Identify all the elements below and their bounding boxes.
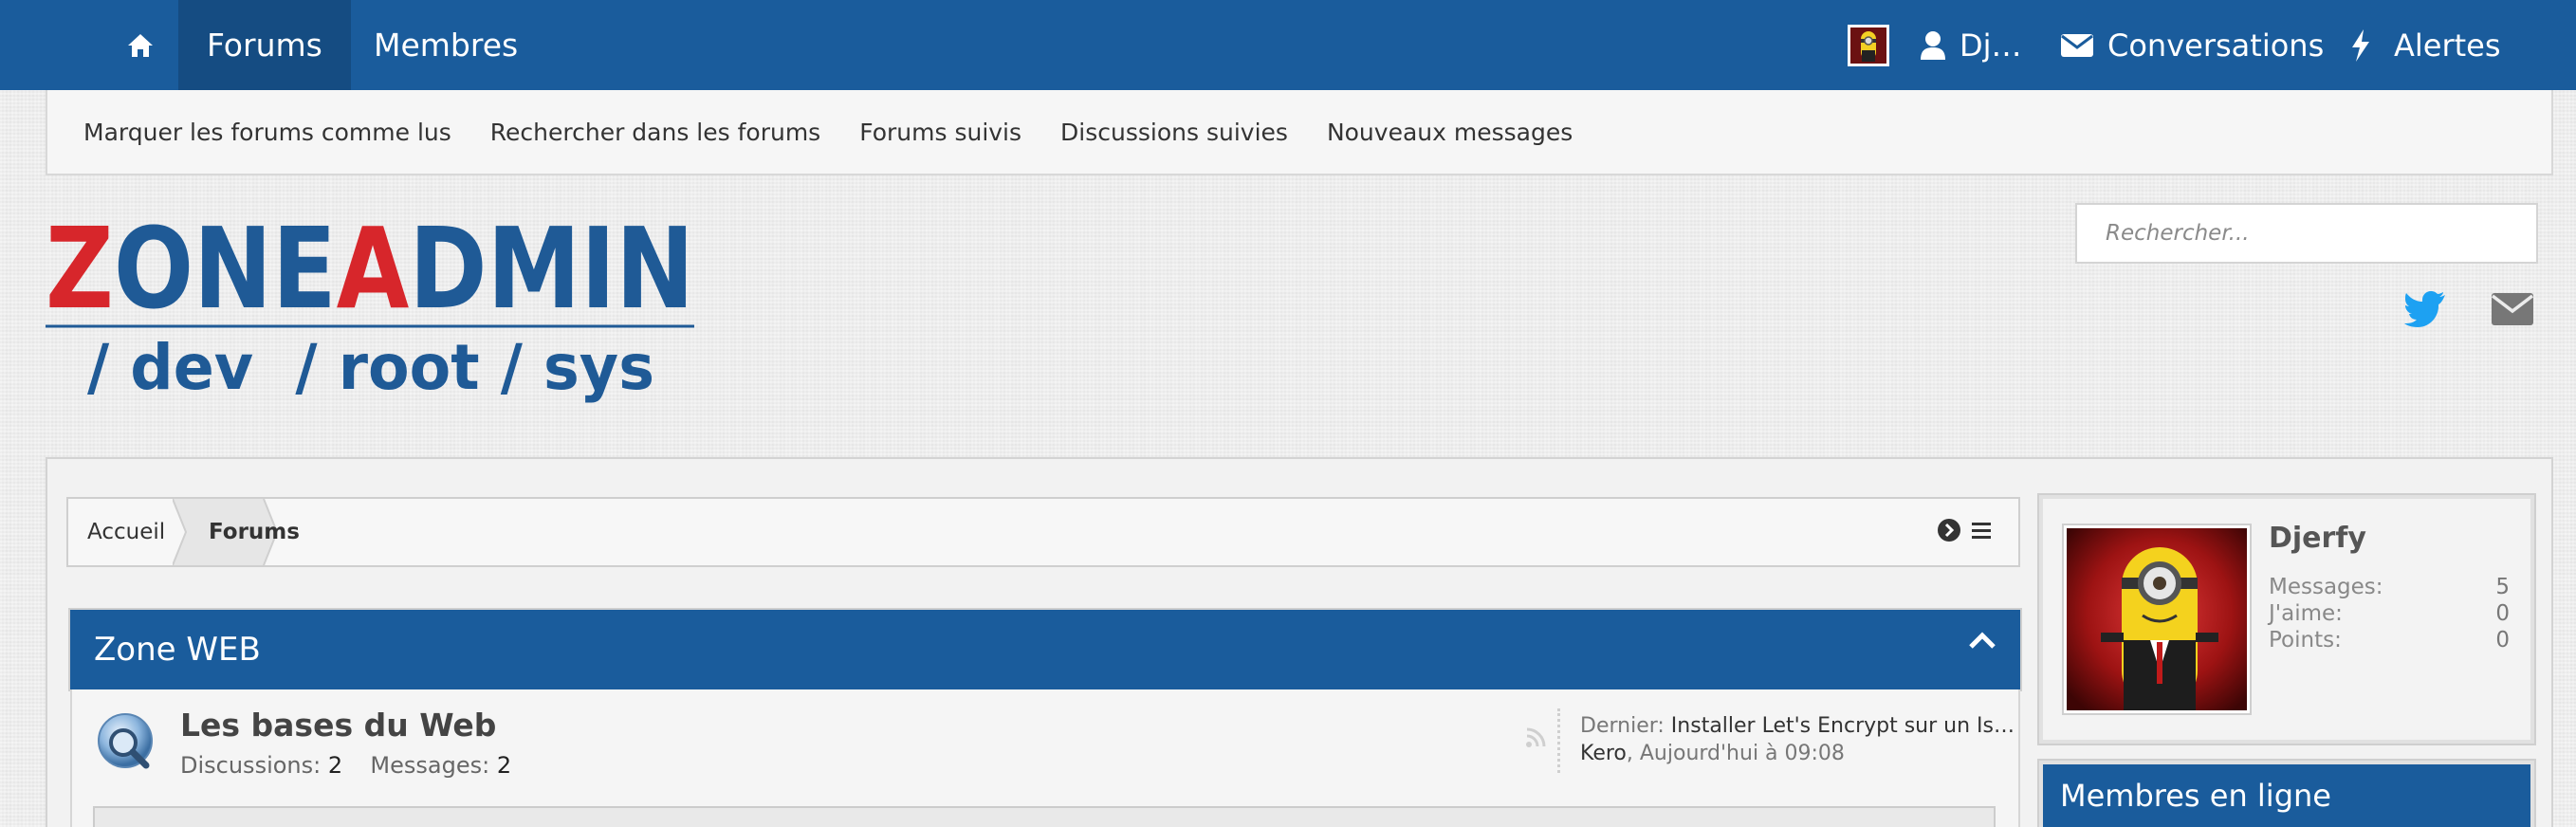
online-members-header: Membres en ligne [2037, 759, 2536, 827]
twitter-link[interactable] [2403, 290, 2451, 338]
stat-points-value: 0 [2495, 628, 2510, 652]
mini-avatar [1848, 24, 1889, 66]
forum-subnav: Marquer les forums comme lus Rechercher … [46, 90, 2553, 175]
user-icon [1921, 30, 1945, 60]
watched-forums-link[interactable]: Forums suivis [859, 119, 1021, 146]
chevron-circle-right-icon [1938, 519, 1960, 542]
breadcrumb-home[interactable]: Accueil [87, 499, 165, 565]
top-navbar: Forums Membres Dj… Conversations Alertes [0, 0, 2576, 90]
twitter-icon [2404, 291, 2445, 327]
stat-messages: Messages: 5 [2269, 575, 2510, 599]
breadcrumb-current-label: Forums [209, 520, 300, 544]
svg-text:/ dev / root / sys: / dev / root / sys [87, 331, 654, 404]
messages-count: 2 [496, 752, 512, 779]
tab-forums[interactable]: Forums [178, 0, 351, 90]
envelope-icon [2491, 293, 2534, 325]
last-post-label: Dernier: [1580, 714, 1665, 738]
home-icon [128, 33, 153, 57]
contact-link[interactable] [2491, 290, 2538, 338]
tab-forums-label: Forums [207, 27, 322, 64]
conversations-label: Conversations [2107, 27, 2325, 64]
site-logo[interactable]: ZONEADMIN / dev / root / sys [44, 203, 698, 406]
last-post-title[interactable]: Installer Let's Encrypt sur un Is… [1671, 714, 2015, 738]
avatar[interactable] [2062, 524, 2252, 715]
profile-name-text: Djerfy [2269, 522, 2366, 555]
breadcrumb: Accueil Forums [66, 497, 2020, 567]
forum-magnifier-icon [98, 713, 153, 769]
tab-membres[interactable]: Membres [345, 0, 546, 90]
category-title: Zone WEB [94, 631, 261, 669]
stat-likes-value: 0 [2495, 601, 2510, 626]
category-header[interactable]: Zone WEB [68, 608, 2022, 691]
last-post-user[interactable]: Kero [1580, 742, 1627, 765]
stat-messages-label: Messages: [2269, 575, 2383, 599]
rss-icon[interactable] [1525, 727, 1546, 748]
home-button[interactable] [102, 0, 178, 90]
discussions-label: Discussions: [180, 752, 322, 779]
last-post: Dernier: Installer Let's Encrypt sur un … [1580, 712, 2015, 767]
envelope-icon [2061, 33, 2093, 57]
new-posts-link[interactable]: Nouveaux messages [1327, 119, 1573, 146]
messages-label: Messages: [370, 752, 490, 779]
stat-messages-value: 5 [2495, 575, 2510, 599]
forum-title[interactable]: Les bases du Web [180, 707, 496, 744]
user-account-menu[interactable]: Dj… [1848, 0, 2022, 90]
stat-likes-label: J'aime: [2269, 601, 2343, 626]
alerts-link[interactable]: Alertes [2350, 0, 2501, 90]
conversations-link[interactable]: Conversations [2060, 0, 2324, 90]
breadcrumb-home-label: Accueil [87, 520, 166, 544]
breadcrumb-current[interactable]: Forums [209, 499, 300, 565]
forum-stats: Discussions: 2 Messages: 2 [180, 752, 511, 779]
user-name: Dj… [1960, 27, 2022, 64]
chevron-up-icon[interactable] [1968, 630, 1996, 651]
forum-title-text: Les bases du Web [180, 707, 497, 744]
tab-membres-label: Membres [374, 27, 519, 64]
search-forums-link[interactable]: Rechercher dans les forums [490, 119, 820, 146]
last-post-divider [1557, 708, 1560, 773]
jump-menu[interactable] [1937, 518, 1992, 542]
bolt-icon [2352, 28, 2369, 62]
online-members-title: Membres en ligne [2060, 778, 2331, 814]
last-post-time: , Aujourd'hui à 09:08 [1626, 742, 1845, 765]
watched-threads-link[interactable]: Discussions suivies [1060, 119, 1288, 146]
visitor-panel: Djerfy Messages: 5 J'aime: 0 Points: 0 [2037, 493, 2536, 745]
list-icon [1972, 523, 1991, 539]
stat-likes: J'aime: 0 [2269, 601, 2510, 626]
profile-name[interactable]: Djerfy [2269, 522, 2366, 555]
alerts-label: Alertes [2394, 27, 2501, 64]
discussions-count: 2 [327, 752, 343, 779]
mark-forums-read-link[interactable]: Marquer les forums comme lus [83, 119, 451, 146]
subforum-bar [93, 806, 1996, 827]
svg-text:ZONEADMIN: ZONEADMIN [46, 216, 694, 334]
stat-points: Points: 0 [2269, 628, 2510, 652]
stat-points-label: Points: [2269, 628, 2342, 652]
search-input[interactable] [2075, 203, 2538, 264]
